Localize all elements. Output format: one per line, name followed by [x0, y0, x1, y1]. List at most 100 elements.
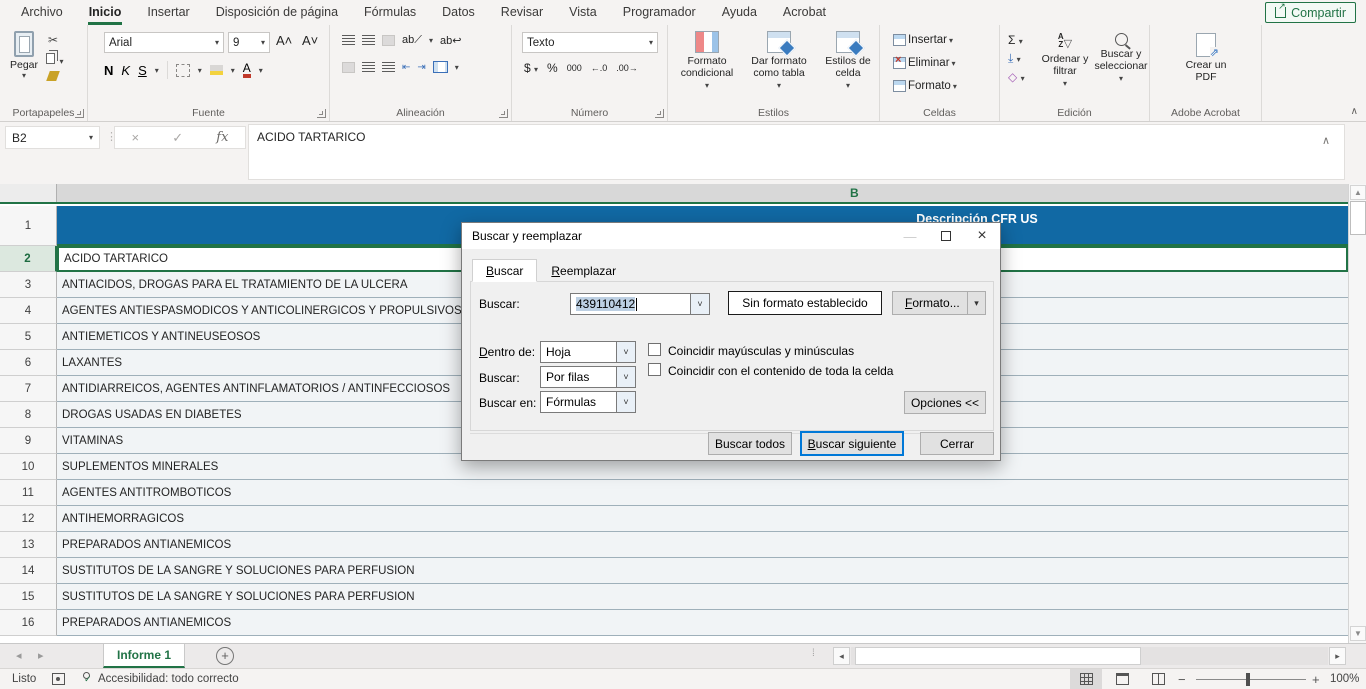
row-number[interactable]: 14	[0, 558, 57, 584]
conditional-formatting-button[interactable]: Formato condicional ▾	[674, 31, 740, 90]
tab-acrobat[interactable]: Acrobat	[770, 0, 839, 25]
row-number[interactable]: 10	[0, 454, 57, 480]
within-combo[interactable]: Hoja ˅	[540, 341, 636, 363]
decrease-decimal-icon[interactable]: .00→	[616, 63, 638, 73]
cell[interactable]: SUSTITUTOS DE LA SANGRE Y SOLUCIONES PAR…	[57, 584, 1348, 610]
vertical-scrollbar[interactable]: ▲ ▼	[1348, 184, 1366, 643]
formula-bar-collapse-icon[interactable]: ∧	[1322, 134, 1330, 147]
tab-archivo[interactable]: Archivo	[8, 0, 76, 25]
format-as-table-button[interactable]: Dar formato como tabla ▾	[746, 31, 812, 90]
row-number[interactable]: 6	[0, 350, 57, 376]
increase-indent-icon[interactable]: ⇥	[417, 62, 425, 73]
scrollbar-resize-handle[interactable]: ⁞	[812, 648, 814, 659]
macro-record-icon[interactable]	[52, 673, 65, 685]
merge-center-icon[interactable]	[433, 61, 448, 73]
sheet-prev-icon[interactable]: ◂	[16, 649, 22, 662]
create-pdf-button[interactable]: Crear un PDF	[1180, 33, 1232, 83]
tab-ayuda[interactable]: Ayuda	[709, 0, 770, 25]
format-button[interactable]: Formato... ▾	[892, 291, 986, 315]
dialog-close-icon[interactable]: ×	[964, 223, 1000, 249]
align-middle-icon[interactable]	[362, 35, 375, 46]
zoom-slider-thumb[interactable]	[1246, 673, 1250, 686]
orientation-icon[interactable]: ab⟋	[402, 34, 422, 47]
paste-button[interactable]: Pegar ▾	[10, 31, 38, 80]
match-entire-cell-checkbox[interactable]	[648, 363, 661, 376]
shrink-font-button[interactable]: A˅	[302, 33, 318, 48]
find-all-button[interactable]: Buscar todos	[708, 432, 792, 455]
add-sheet-icon[interactable]: +	[216, 647, 234, 665]
bold-button[interactable]: N	[104, 63, 113, 78]
options-button[interactable]: Opciones <<	[904, 391, 986, 414]
zoom-in-icon[interactable]: +	[1312, 672, 1320, 687]
vertical-scroll-thumb[interactable]	[1350, 201, 1366, 235]
align-bottom-icon[interactable]	[382, 35, 395, 46]
zoom-slider[interactable]	[1196, 679, 1306, 680]
zoom-level[interactable]: 100%	[1330, 673, 1359, 685]
share-button[interactable]: Compartir	[1265, 2, 1356, 23]
cell[interactable]: PREPARADOS ANTIANEMICOS	[57, 610, 1348, 636]
tab-formulas[interactable]: Fórmulas	[351, 0, 429, 25]
row-number[interactable]: 4	[0, 298, 57, 324]
font-name-combo[interactable]: Arial▾	[104, 32, 224, 53]
format-cells-button[interactable]: Formato ▾	[890, 79, 960, 93]
scroll-right-icon[interactable]: ▸	[1329, 647, 1346, 665]
row-number[interactable]: 16	[0, 610, 57, 636]
increase-decimal-icon[interactable]: ←.0	[591, 63, 608, 73]
fill-color-icon[interactable]	[210, 65, 223, 75]
cell-styles-button[interactable]: Estilos de celda ▾	[818, 31, 878, 90]
row-number[interactable]: 15	[0, 584, 57, 610]
view-page-layout-button[interactable]	[1106, 669, 1138, 689]
alineacion-dialog-launcher-icon[interactable]	[499, 109, 508, 118]
cancel-icon[interactable]: ×	[132, 130, 140, 145]
find-what-combo[interactable]: 439110412 ˅	[570, 293, 710, 315]
row-number[interactable]: 8	[0, 402, 57, 428]
close-button[interactable]: Cerrar	[920, 432, 994, 455]
font-color-icon[interactable]: A	[243, 62, 251, 78]
insert-function-icon[interactable]: fx	[216, 130, 228, 145]
autosum-button[interactable]: Σ ▾	[1008, 33, 1025, 47]
thousands-button[interactable]: 000	[567, 63, 582, 73]
tab-inicio[interactable]: Inicio	[76, 0, 135, 25]
cell[interactable]: ANTIHEMORRAGICOS	[57, 506, 1348, 532]
underline-button[interactable]: S	[138, 63, 147, 78]
row-number[interactable]: 9	[0, 428, 57, 454]
horizontal-scroll-thumb[interactable]	[855, 647, 1141, 665]
tab-vista[interactable]: Vista	[556, 0, 610, 25]
row-number[interactable]: 5	[0, 324, 57, 350]
find-select-button[interactable]: Buscar y seleccionar ▾	[1094, 33, 1148, 83]
within-chevron-icon[interactable]: ˅	[616, 342, 635, 362]
cell[interactable]: AGENTES ANTITROMBOTICOS	[57, 480, 1348, 506]
tab-programador[interactable]: Programador	[610, 0, 709, 25]
accessibility-status[interactable]: Accesibilidad: todo correcto	[98, 673, 239, 685]
cell[interactable]: PREPARADOS ANTIANEMICOS	[57, 532, 1348, 558]
name-box[interactable]: B2 ▾	[5, 126, 100, 149]
number-format-combo[interactable]: Texto▾	[522, 32, 658, 53]
fuente-dialog-launcher-icon[interactable]	[317, 109, 326, 118]
cut-icon[interactable]: ✂	[48, 33, 58, 47]
look-in-combo[interactable]: Fórmulas ˅	[540, 391, 636, 413]
row-number[interactable]: 12	[0, 506, 57, 532]
formula-input[interactable]: ACIDO TARTARICO ∧	[248, 124, 1345, 180]
scroll-up-icon[interactable]: ▲	[1350, 185, 1366, 200]
zoom-out-icon[interactable]: −	[1178, 672, 1186, 687]
copy-icon[interactable]: ▾	[46, 51, 63, 69]
sort-filter-button[interactable]: AZ▽ Ordenar y filtrar ▾	[1038, 33, 1092, 88]
format-painter-icon[interactable]	[46, 71, 60, 81]
sheet-tab-informe1[interactable]: Informe 1	[103, 644, 185, 668]
enter-icon[interactable]: ✓	[172, 130, 183, 146]
font-size-combo[interactable]: 9▾	[228, 32, 270, 53]
row-number[interactable]: 11	[0, 480, 57, 506]
wrap-text-icon[interactable]: ab↩	[440, 34, 461, 47]
insert-cells-button[interactable]: Insertar ▾	[890, 33, 956, 47]
currency-button[interactable]: $ ▾	[524, 61, 538, 75]
tab-revisar[interactable]: Revisar	[488, 0, 556, 25]
search-order-chevron-icon[interactable]: ˅	[616, 367, 635, 387]
row-number[interactable]: 1	[0, 206, 57, 246]
dialog-tab-buscar[interactable]: Buscar	[472, 259, 537, 282]
grow-font-button[interactable]: A˄	[276, 33, 292, 48]
tab-disposicion[interactable]: Disposición de página	[203, 0, 351, 25]
scroll-down-icon[interactable]: ▼	[1350, 626, 1366, 641]
format-chevron-icon[interactable]: ▾	[967, 292, 985, 314]
italic-button[interactable]: K	[121, 63, 130, 78]
row-number[interactable]: 2	[0, 246, 57, 272]
